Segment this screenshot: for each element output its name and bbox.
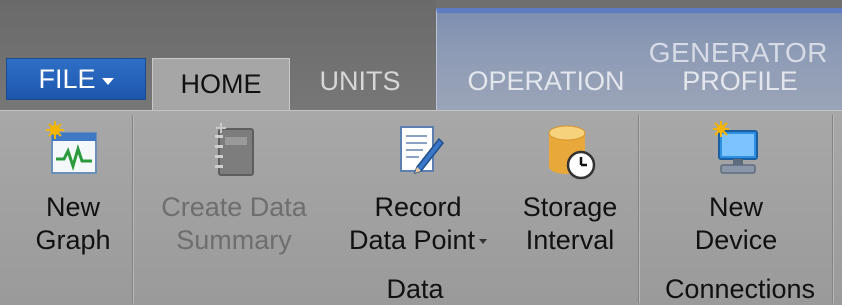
tab-units[interactable]: UNITS [300,58,420,104]
tab-home[interactable]: HOME [152,58,290,110]
storage-interval-label-line2: Interval [525,225,615,255]
file-tab[interactable]: FILE [6,58,146,100]
tab-home-label: HOME [180,69,262,99]
create-summary-label-line1: Create Data [161,192,307,222]
database-clock-icon [543,121,597,183]
ribbon-body: New Graph Create Data Summary Record Dat… [0,110,842,305]
graph-sparkle-icon [46,121,100,183]
tab-units-label: UNITS [319,65,401,96]
storage-interval-button[interactable]: Storage Interval [508,111,632,279]
group-separator [638,115,639,303]
record-point-label-line2: Data Point [348,225,476,255]
pencil-document-icon [391,121,445,183]
monitor-sparkle-icon [709,121,763,183]
tab-profile[interactable]: PROFILE [650,58,830,104]
new-graph-label-line1: New [45,192,100,222]
file-tab-label: FILE [38,63,96,94]
group-separator [832,115,833,303]
chevron-down-icon [101,77,114,85]
tab-operation[interactable]: OPERATION [446,58,646,104]
record-point-label-line1: Record [374,192,462,222]
new-device-label-line2: Device [694,225,778,255]
group-label-connections: Connections [664,274,816,304]
record-data-point-button[interactable]: Record Data Point [328,111,508,279]
create-summary-label-line2: Summary [176,225,292,255]
dropdown-arrow-icon [479,239,488,245]
new-device-button[interactable]: New Device [646,111,826,279]
group-separator [132,115,133,303]
new-device-label-line1: New [708,192,763,222]
new-graph-button[interactable]: New Graph [18,111,128,279]
notebook-icon [207,121,261,183]
group-label-data: Data [386,274,444,304]
create-data-summary-button[interactable]: Create Data Summary [140,111,328,279]
title-strip: GENERATOR FILE HOME UNITS OPERATION PROF… [0,0,842,110]
tab-profile-label: PROFILE [682,65,798,96]
tab-operation-label: OPERATION [467,65,625,96]
new-graph-label-line2: Graph [35,225,111,255]
storage-interval-label-line1: Storage [522,192,618,222]
